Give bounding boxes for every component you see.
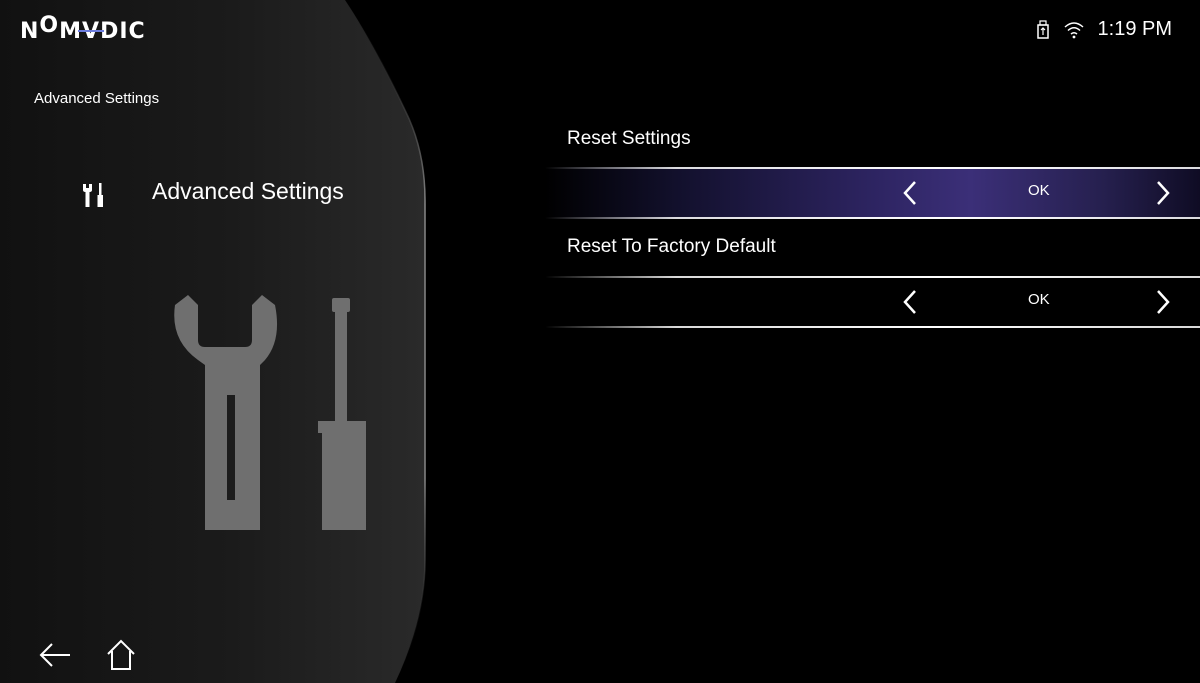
divider bbox=[545, 167, 1200, 169]
wifi-icon bbox=[1064, 21, 1084, 38]
setting-value: OK bbox=[1028, 291, 1050, 308]
home-icon[interactable] bbox=[104, 638, 138, 672]
chevron-right-icon[interactable] bbox=[1155, 289, 1171, 315]
breadcrumb: Advanced Settings bbox=[34, 90, 160, 107]
status-bar: 1:19 PM bbox=[1036, 18, 1172, 41]
chevron-left-icon[interactable] bbox=[902, 289, 918, 315]
section-title: Advanced Settings bbox=[152, 178, 344, 204]
setting-row-factory-default[interactable]: OK bbox=[545, 276, 1200, 328]
tools-icon bbox=[83, 183, 103, 207]
usb-storage-icon bbox=[1036, 19, 1049, 39]
divider bbox=[545, 217, 1200, 219]
chevron-left-icon[interactable] bbox=[902, 180, 918, 206]
nomvdic-logo: N O M V DIC bbox=[20, 12, 146, 44]
setting-label-reset-settings: Reset Settings bbox=[567, 128, 691, 149]
setting-label-factory-default: Reset To Factory Default bbox=[567, 236, 776, 257]
divider bbox=[545, 326, 1200, 328]
divider bbox=[545, 276, 1200, 278]
setting-row-reset-settings[interactable]: OK bbox=[545, 167, 1200, 219]
clock: 1:19 PM bbox=[1097, 18, 1172, 40]
chevron-right-icon[interactable] bbox=[1155, 180, 1171, 206]
back-arrow-icon[interactable] bbox=[38, 640, 72, 670]
wrench-screwdriver-icon bbox=[174, 295, 366, 530]
setting-value: OK bbox=[1028, 182, 1050, 199]
